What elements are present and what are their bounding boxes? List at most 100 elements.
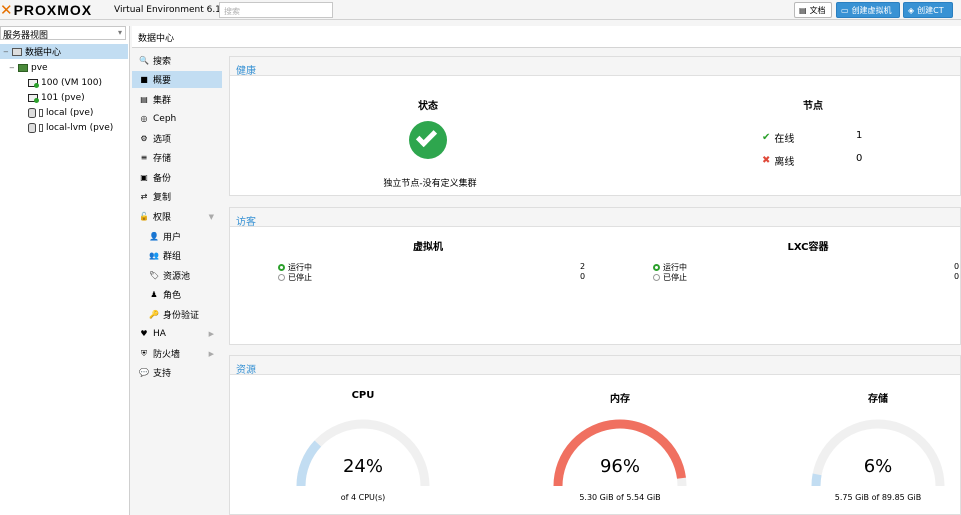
nodes-online-row: ✔ 在线: [762, 132, 795, 145]
database-icon: ≡: [140, 153, 148, 162]
menu-firewall[interactable]: ⛨ 防火墙 ▶: [132, 345, 222, 362]
guests-panel: 访客 虚拟机 LXC容器 运行中 2 已停止 0 运行中 0 已停止 0: [229, 207, 961, 345]
resource-tree: 服务器视图 ▾ − 数据中心 − pve 100 (VM 100) 101 (p…: [0, 26, 130, 515]
tree-node-pve[interactable]: − pve: [9, 60, 48, 75]
health-panel: 健康 状态 独立节点-没有定义集群 节点 ✔ 在线 1 ✖ 离线 0: [229, 56, 961, 196]
shield-icon: ⛨: [141, 348, 147, 358]
server-icon: [12, 47, 22, 56]
tree-storage-local-lvm[interactable]: local-lvm (pve): [28, 120, 113, 135]
chevron-down-icon: ▼: [208, 212, 214, 221]
menu-ceph[interactable]: ◎ Ceph: [132, 110, 222, 127]
ceph-icon: ◎: [140, 114, 148, 123]
collapse-icon: −: [9, 63, 15, 72]
vm-stopped-count: 0: [580, 272, 586, 281]
storage-gauge-subtext: 5.75 GiB of 89.85 GiB: [834, 493, 922, 502]
create-vm-button[interactable]: ▭ 创建虚拟机: [836, 2, 900, 18]
menu-pools[interactable]: 🏷 资源池: [132, 267, 222, 284]
status-heading: 状态: [418, 101, 438, 112]
user-icon: 👤: [149, 232, 159, 241]
lxc-running-count: 0: [954, 262, 960, 271]
cpu-heading: CPU: [351, 390, 375, 401]
unlock-icon: 🔓: [139, 212, 149, 221]
nodes-heading: 节点: [803, 101, 823, 112]
menu-ha[interactable]: ♥ HA ▶: [132, 325, 222, 342]
lxc-heading: LXC容器: [787, 242, 829, 253]
check-circle-icon: [409, 121, 447, 159]
database-icon: [28, 107, 36, 118]
resources-panel-title: 资源: [230, 356, 960, 376]
version-label: Virtual Environment 6.1-7: [114, 5, 230, 15]
datacenter-menu: 🔍 搜索 ■ 概要 ▤ 集群 ◎ Ceph ⚙ 选项 ≡ 存储 ▣ 备份 ⇄ 复制 🔓 权限 ▼ 👤…: [132, 51, 222, 515]
male-icon: ♟: [150, 290, 158, 299]
view-select[interactable]: 服务器视图 ▾: [0, 26, 126, 41]
comments-icon: 💬: [139, 368, 149, 377]
cluster-status-text: 独立节点-没有定义集群: [383, 179, 477, 189]
retweet-icon: ⇄: [140, 192, 148, 201]
tree-datacenter[interactable]: − 数据中心: [0, 44, 128, 59]
menu-storage[interactable]: ≡ 存储: [132, 149, 222, 166]
heartbeat-icon: ♥: [140, 329, 148, 338]
search-input[interactable]: 搜索: [219, 2, 333, 18]
vm-running-count: 2: [580, 262, 586, 271]
menu-cluster[interactable]: ▤ 集群: [132, 91, 222, 108]
memory-heading: 内存: [610, 394, 630, 405]
running-icon: [278, 264, 285, 271]
memory-gauge-subtext: 5.30 GiB of 5.54 GiB: [579, 493, 661, 502]
storage-icon: [39, 108, 43, 117]
storage-icon: [39, 123, 43, 132]
create-ct-button[interactable]: ◈ 创建CT: [903, 2, 953, 18]
menu-groups[interactable]: 👥 群组: [132, 247, 222, 264]
guests-panel-title: 访客: [230, 208, 960, 228]
menu-support[interactable]: 💬 支持: [132, 364, 222, 381]
cube-icon: ◈: [908, 5, 915, 15]
cpu-gauge: [296, 419, 430, 487]
vm-running-icon: [28, 93, 39, 103]
menu-replication[interactable]: ⇄ 复制: [132, 188, 222, 205]
lxc-stopped-row: 已停止: [653, 272, 687, 283]
server-icon: ▤: [140, 95, 148, 104]
collapse-icon: −: [3, 47, 9, 56]
tree-vm-101[interactable]: 101 (pve): [28, 90, 85, 105]
menu-users[interactable]: 👤 用户: [132, 228, 222, 245]
gear-icon: ⚙: [140, 134, 148, 143]
floppy-icon: ▣: [140, 173, 148, 182]
memory-gauge-value: 96%: [599, 456, 640, 477]
vm-running-icon: [28, 78, 39, 88]
menu-authentication[interactable]: 🔑 身份验证: [132, 306, 222, 323]
nodes-offline-row: ✖ 离线: [762, 155, 795, 168]
running-icon: [653, 264, 660, 271]
menu-summary[interactable]: ■ 概要: [132, 71, 222, 88]
storage-heading: 存储: [868, 394, 888, 405]
book-icon: ■: [140, 75, 148, 84]
proxmox-x-icon: ✕: [0, 1, 13, 19]
tree-storage-local[interactable]: local (pve): [28, 105, 93, 120]
cpu-gauge-value: 24%: [342, 456, 383, 477]
check-icon: [415, 125, 438, 148]
stopped-icon: [653, 274, 660, 281]
menu-options[interactable]: ⚙ 选项: [132, 130, 222, 147]
nodes-online-count: 1: [856, 130, 863, 141]
node-icon: [18, 63, 28, 72]
chevron-right-icon: ▶: [208, 329, 214, 338]
resources-panel: 资源 CPU 24% of 4 CPU(s) 内存 96% 5.30 GiB o…: [229, 355, 961, 515]
content-header: 数据中心: [132, 26, 961, 48]
storage-gauge-value: 6%: [863, 456, 893, 477]
key-icon: 🔑: [149, 310, 159, 319]
health-panel-title: 健康: [230, 57, 960, 77]
menu-permissions[interactable]: 🔓 权限 ▼: [132, 208, 222, 225]
search-icon: 🔍: [139, 56, 149, 65]
storage-gauge: [811, 419, 945, 487]
docs-button[interactable]: ▤ 文档: [794, 2, 832, 18]
memory-gauge: [553, 419, 687, 487]
chevron-right-icon: ▶: [208, 349, 214, 358]
vm-stopped-row: 已停止: [278, 272, 312, 283]
menu-search[interactable]: 🔍 搜索: [132, 52, 222, 69]
book-icon: ▤: [799, 5, 807, 15]
proxmox-logo: ✕ PROXMOX: [0, 1, 93, 19]
tree-vm-100[interactable]: 100 (VM 100): [28, 75, 102, 90]
chevron-down-icon: ▾: [117, 28, 122, 37]
menu-backup[interactable]: ▣ 备份: [132, 169, 222, 186]
menu-roles[interactable]: ♟ 角色: [132, 286, 222, 303]
database-icon: [28, 122, 36, 133]
tags-icon: 🏷: [149, 271, 160, 280]
